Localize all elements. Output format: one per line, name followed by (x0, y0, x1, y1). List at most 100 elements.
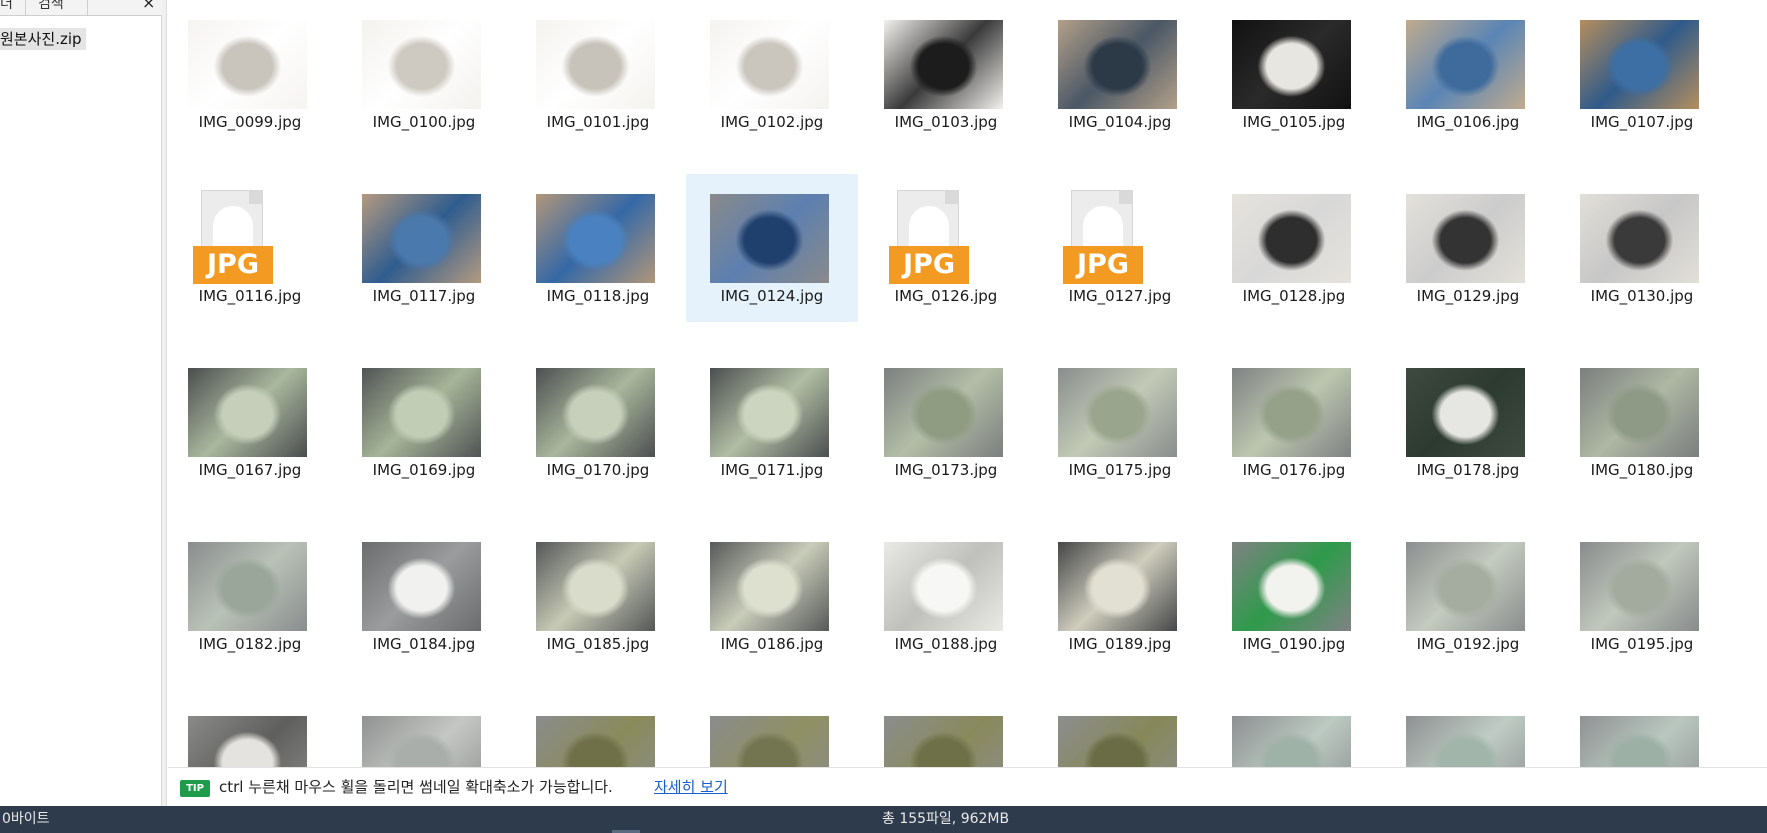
photo-thumbnail (1406, 368, 1525, 457)
file-name-label: IMG_0128.jpg (1242, 287, 1346, 305)
file-item[interactable]: IMG_0173.jpg (860, 348, 1032, 496)
file-item[interactable]: JPG IMG_0126.jpg (860, 174, 1032, 322)
file-item[interactable]: IMG_0188.jpg (860, 522, 1032, 670)
photo-thumbnail (1058, 20, 1177, 109)
file-item[interactable]: IMG_0175.jpg (1034, 348, 1206, 496)
file-item[interactable]: IMG_0190.jpg (1208, 522, 1380, 670)
photo-thumbnail (1580, 368, 1699, 457)
file-name-label: IMG_0190.jpg (1242, 635, 1346, 653)
left-panel: 더 검색 × 원본사진.zip (0, 0, 162, 806)
file-name-label: IMG_0189.jpg (1068, 635, 1172, 653)
left-panel-tabs: 더 검색 × (0, 0, 162, 16)
photo-thumbnail (362, 368, 481, 457)
photo-thumbnail (884, 716, 1003, 767)
file-item[interactable]: IMG_0184.jpg (338, 522, 510, 670)
photo-thumbnail (1232, 542, 1351, 631)
photo-thumbnail (710, 368, 829, 457)
photo-thumbnail (1580, 194, 1699, 283)
file-name-label: IMG_0169.jpg (372, 461, 476, 479)
file-item[interactable]: IMG_0100.jpg (338, 0, 510, 148)
photo-thumbnail (536, 542, 655, 631)
file-item[interactable]: JPG IMG_0116.jpg (168, 174, 336, 322)
file-item[interactable]: IMG_0195.jpg (1556, 522, 1728, 670)
file-item[interactable] (1208, 696, 1380, 767)
file-item[interactable]: IMG_0169.jpg (338, 348, 510, 496)
file-name-label: IMG_0099.jpg (198, 113, 302, 131)
file-name-label: IMG_0127.jpg (1068, 287, 1172, 305)
file-item[interactable] (686, 696, 858, 767)
file-name-label: IMG_0185.jpg (546, 635, 650, 653)
file-item[interactable]: IMG_0180.jpg (1556, 348, 1728, 496)
file-item[interactable]: IMG_0186.jpg (686, 522, 858, 670)
photo-thumbnail (1406, 194, 1525, 283)
file-item[interactable]: IMG_0178.jpg (1382, 348, 1554, 496)
photo-thumbnail (1058, 716, 1177, 767)
file-item[interactable]: IMG_0099.jpg (168, 0, 336, 148)
photo-thumbnail (1232, 194, 1351, 283)
photo-thumbnail (710, 20, 829, 109)
file-item[interactable]: IMG_0129.jpg (1382, 174, 1554, 322)
tab-search[interactable]: 검색 (30, 0, 88, 16)
close-icon[interactable]: × (142, 0, 155, 12)
file-item[interactable]: IMG_0104.jpg (1034, 0, 1206, 148)
tab-folder[interactable]: 더 (0, 0, 26, 16)
file-item[interactable]: IMG_0128.jpg (1208, 174, 1380, 322)
file-item[interactable]: IMG_0124.jpg (686, 174, 858, 322)
file-item[interactable] (860, 696, 1032, 767)
file-name-label: IMG_0175.jpg (1068, 461, 1172, 479)
file-item[interactable]: IMG_0189.jpg (1034, 522, 1206, 670)
file-name-label: IMG_0116.jpg (198, 287, 302, 305)
file-item[interactable]: IMG_0176.jpg (1208, 348, 1380, 496)
file-name-label: IMG_0107.jpg (1590, 113, 1694, 131)
file-item[interactable]: IMG_0107.jpg (1556, 0, 1728, 148)
file-item[interactable] (1034, 696, 1206, 767)
photo-thumbnail (710, 194, 829, 283)
photo-thumbnail (362, 20, 481, 109)
status-file-summary: 총 155파일, 962MB (882, 811, 1010, 827)
file-item[interactable] (1556, 696, 1728, 767)
file-name-label: IMG_0104.jpg (1068, 113, 1172, 131)
jpg-file-icon: JPG (1063, 190, 1143, 284)
tip-more-link[interactable]: 자세히 보기 (654, 776, 728, 798)
file-item[interactable]: IMG_0130.jpg (1556, 174, 1728, 322)
file-item[interactable]: IMG_0118.jpg (512, 174, 684, 322)
jpg-file-icon: JPG (193, 190, 273, 284)
file-name-label: IMG_0186.jpg (720, 635, 824, 653)
file-name-label: IMG_0117.jpg (372, 287, 476, 305)
file-name-label: IMG_0171.jpg (720, 461, 824, 479)
file-name-label: IMG_0106.jpg (1416, 113, 1520, 131)
file-name-label: IMG_0184.jpg (372, 635, 476, 653)
file-name-label: IMG_0192.jpg (1416, 635, 1520, 653)
file-item[interactable]: IMG_0171.jpg (686, 348, 858, 496)
file-name-label: IMG_0176.jpg (1242, 461, 1346, 479)
photo-thumbnail (1232, 716, 1351, 767)
file-item[interactable]: IMG_0192.jpg (1382, 522, 1554, 670)
file-item[interactable]: IMG_0117.jpg (338, 174, 510, 322)
file-item[interactable]: IMG_0170.jpg (512, 348, 684, 496)
file-item[interactable] (168, 696, 336, 767)
photo-thumbnail (188, 20, 307, 109)
file-item[interactable]: IMG_0182.jpg (168, 522, 336, 670)
file-item[interactable] (338, 696, 510, 767)
photo-thumbnail (188, 716, 307, 767)
file-item[interactable]: JPG IMG_0127.jpg (1034, 174, 1206, 322)
status-selected-size: 0바이트 (2, 811, 50, 827)
tree-item-zip[interactable]: 원본사진.zip (0, 28, 86, 50)
file-item[interactable] (1382, 696, 1554, 767)
file-item[interactable]: IMG_0102.jpg (686, 0, 858, 148)
file-item[interactable] (512, 696, 684, 767)
photo-thumbnail (710, 542, 829, 631)
file-name-label: IMG_0118.jpg (546, 287, 650, 305)
file-item[interactable]: IMG_0103.jpg (860, 0, 1032, 148)
panel-splitter[interactable] (162, 0, 167, 806)
file-item[interactable]: IMG_0106.jpg (1382, 0, 1554, 148)
photo-thumbnail (188, 368, 307, 457)
thumbnail-grid: IMG_0099.jpg IMG_0100.jpg IMG_0101.jpg IMG_… (168, 0, 1767, 767)
photo-thumbnail (1406, 20, 1525, 109)
file-item[interactable]: IMG_0105.jpg (1208, 0, 1380, 148)
file-name-label: IMG_0173.jpg (894, 461, 998, 479)
file-item[interactable]: IMG_0101.jpg (512, 0, 684, 148)
file-item[interactable]: IMG_0167.jpg (168, 348, 336, 496)
file-name-label: IMG_0129.jpg (1416, 287, 1520, 305)
file-item[interactable]: IMG_0185.jpg (512, 522, 684, 670)
